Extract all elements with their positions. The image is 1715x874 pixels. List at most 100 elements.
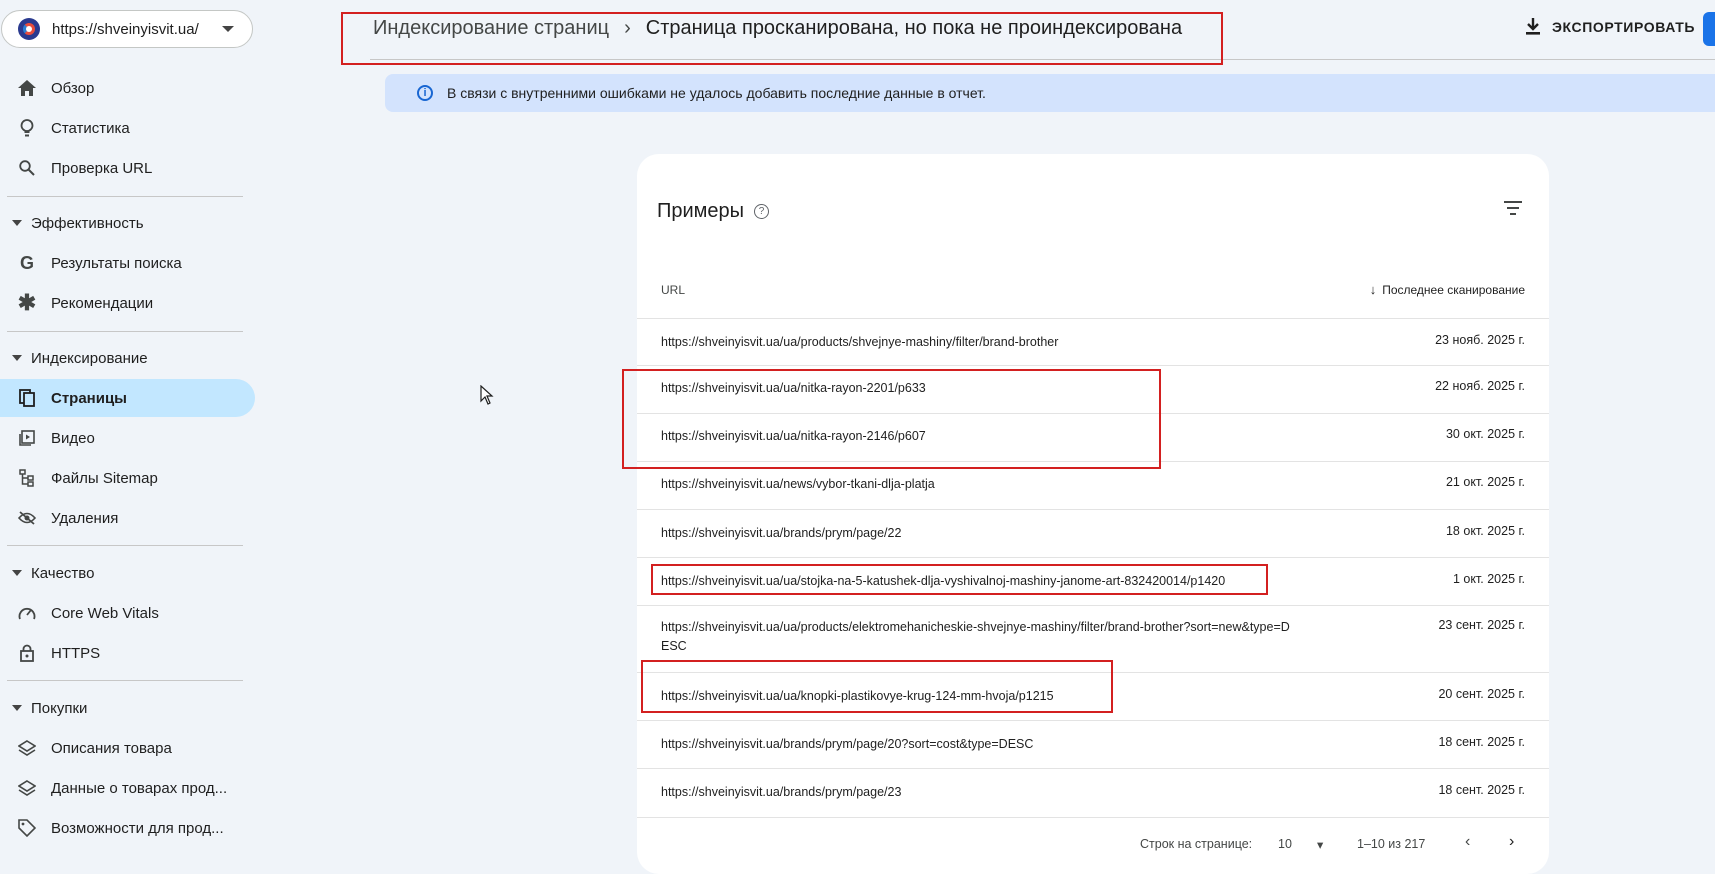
table-row[interactable]: https://shveinyisvit.ua/ua/knopki-plasti… [637,672,1549,721]
sidebar-item-label: Видео [51,429,95,447]
row-date: 23 нояб. 2025 г. [1435,333,1525,347]
row-url[interactable]: https://shveinyisvit.ua/ua/nitka-rayon-2… [661,427,1291,446]
row-url[interactable]: https://shveinyisvit.ua/ua/knopki-plasti… [661,687,1291,706]
section-label: Покупки [31,699,88,717]
site-logo-icon [18,18,40,40]
column-header-url: URL [661,283,686,297]
chevron-right-icon: › [624,17,631,39]
row-date: 18 сент. 2025 г. [1438,783,1525,797]
sidebar-item-url-inspection[interactable]: Проверка URL [0,149,255,187]
sidebar-item-label: Результаты поиска [51,254,182,272]
row-url[interactable]: https://shveinyisvit.ua/ua/stojka-na-5-k… [661,572,1301,591]
table-row[interactable]: https://shveinyisvit.ua/brands/prym/page… [637,768,1549,818]
row-url[interactable]: https://shveinyisvit.ua/brands/prym/page… [661,735,1291,754]
row-date: 21 окт. 2025 г. [1445,475,1525,489]
sidebar-item-label: Рекомендации [51,294,154,312]
export-label: ЭКСПОРТИРОВАТЬ [1552,19,1696,35]
page-header: Индексирование страниц › Страница проска… [342,0,1715,60]
download-icon [1526,18,1540,35]
row-url[interactable]: https://shveinyisvit.ua/brands/prym/page… [661,524,1291,543]
table-row[interactable]: https://shveinyisvit.ua/ua/products/elek… [637,605,1549,673]
sidebar-item-shopping-opportunities[interactable]: Возможности для прод... [0,809,255,847]
sidebar-item-statistics[interactable]: Статистика [0,109,255,147]
property-selector[interactable]: https://shveinyisvit.ua/ [1,10,253,48]
sidebar-item-label: Данные о товарах прод... [51,779,228,797]
sidebar-item-pages[interactable]: Страницы [0,379,255,417]
rows-per-page-label: Строк на странице: [1140,837,1253,851]
next-page-icon[interactable]: › [1509,833,1514,851]
row-date: 18 окт. 2025 г. [1445,524,1525,538]
row-date: 18 сент. 2025 г. [1438,735,1525,749]
table-row[interactable]: https://shveinyisvit.ua/ua/stojka-na-5-k… [637,557,1549,606]
row-url[interactable]: https://shveinyisvit.ua/news/vybor-tkani… [661,475,1291,494]
lock-icon [18,644,36,662]
error-banner: i В связи с внутренними ошибками не удал… [385,74,1715,112]
sidebar-item-label: Статистика [51,119,130,137]
sidebar-item-label: Описания товара [51,739,172,757]
column-header-last-crawl[interactable]: ↓ Последнее сканирование [1370,282,1525,297]
section-label: Эффективность [31,214,144,232]
help-icon[interactable]: ? [754,204,770,219]
sidebar-item-removals[interactable]: Удаления [0,499,255,537]
collapse-arrow-icon [12,705,22,711]
sidebar-item-search-results[interactable]: G Результаты поиска [0,244,255,282]
sidebar-item-video[interactable]: Видео [0,419,255,457]
sidebar-item-label: Core Web Vitals [51,604,159,622]
table-row[interactable]: https://shveinyisvit.ua/ua/nitka-rayon-2… [637,365,1549,414]
banner-text: В связи с внутренними ошибками не удалос… [447,85,986,101]
breadcrumb: Индексирование страниц › Страница проска… [373,17,1182,40]
sidebar-item-sitemaps[interactable]: Файлы Sitemap [0,459,255,497]
primary-action-button-edge[interactable] [1703,12,1715,46]
sidebar-item-label: Файлы Sitemap [51,469,158,487]
row-url[interactable]: https://shveinyisvit.ua/ua/nitka-rayon-2… [661,379,1291,398]
sidebar: https://shveinyisvit.ua/ Обзор Статистик… [0,0,256,847]
filter-icon[interactable] [1503,199,1523,217]
table-row[interactable]: https://shveinyisvit.ua/ua/nitka-rayon-2… [637,413,1549,462]
row-date: 20 сент. 2025 г. [1438,687,1525,701]
dropdown-arrow-icon [222,26,234,32]
sidebar-item-recommendations[interactable]: ✱ Рекомендации [0,284,255,322]
table-row[interactable]: https://shveinyisvit.ua/brands/prym/page… [637,509,1549,558]
sidebar-item-merchant-listings[interactable]: Данные о товарах прод... [0,769,255,807]
mouse-cursor-icon [480,385,494,405]
table-row[interactable]: https://shveinyisvit.ua/brands/prym/page… [637,720,1549,769]
sidebar-item-core-web-vitals[interactable]: Core Web Vitals [0,594,255,632]
collapse-arrow-icon [12,355,22,361]
table-row[interactable]: https://shveinyisvit.ua/ua/products/shve… [637,318,1549,366]
examples-title: Примеры ? [657,200,770,223]
collapse-arrow-icon [12,570,22,576]
layers-icon [18,739,36,757]
table-row[interactable]: https://shveinyisvit.ua/news/vybor-tkani… [637,461,1549,510]
sidebar-item-product-snippets[interactable]: Описания товара [0,729,255,767]
row-date: 30 окт. 2025 г. [1445,427,1525,441]
sidebar-item-https[interactable]: HTTPS [0,634,255,672]
row-url[interactable]: https://shveinyisvit.ua/ua/products/shve… [661,333,1291,352]
asterisk-icon: ✱ [17,290,37,315]
examples-title-text: Примеры [657,200,745,222]
speed-icon [18,604,36,622]
row-date: 1 окт. 2025 г. [1452,572,1525,586]
sidebar-divider [7,196,243,197]
layers-icon [18,779,36,797]
column-header-last-crawl-label: Последнее сканирование [1382,282,1525,297]
info-icon: i [417,85,433,101]
rows-per-page-select[interactable]: 10 [1278,837,1292,851]
export-button[interactable]: ЭКСПОРТИРОВАТЬ [1524,17,1695,37]
breadcrumb-parent-link[interactable]: Индексирование страниц [373,17,609,40]
row-url[interactable]: https://shveinyisvit.ua/ua/products/elek… [661,618,1291,656]
section-label: Индексирование [31,349,148,367]
pagination-range: 1–10 из 217 [1357,837,1426,851]
page-title: Страница просканирована, но пока не прои… [645,17,1183,39]
chevron-down-icon[interactable]: ▾ [1317,837,1323,852]
sort-arrow-down-icon: ↓ [1369,282,1377,297]
row-url[interactable]: https://shveinyisvit.ua/brands/prym/page… [661,783,1291,802]
sidebar-divider [7,680,243,681]
previous-page-icon[interactable]: ‹ [1465,833,1470,851]
sidebar-divider [7,545,243,546]
examples-card: Примеры ? URL ↓ Последнее сканирование h… [637,154,1549,874]
sidebar-item-overview[interactable]: Обзор [0,69,255,107]
lightbulb-icon [18,119,36,137]
property-url: https://shveinyisvit.ua/ [52,20,199,38]
section-label: Качество [31,564,95,582]
sidebar-item-label: Обзор [51,79,95,97]
